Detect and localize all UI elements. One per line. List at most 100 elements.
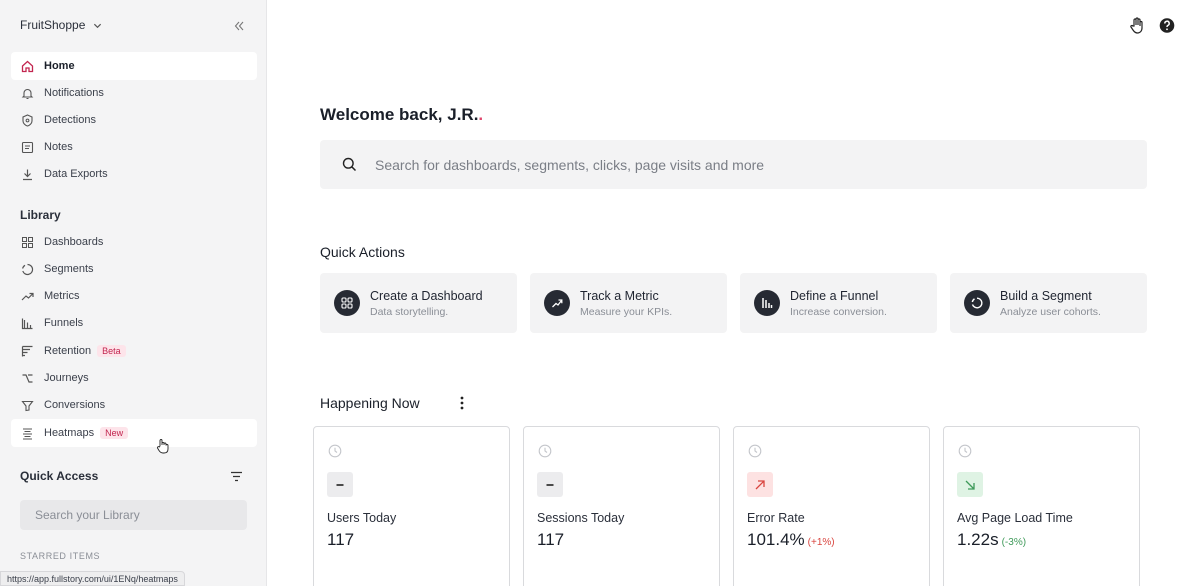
metric-card-sessions-today[interactable]: Sessions Today 117 bbox=[523, 426, 720, 586]
status-bar-url: https://app.fullstory.com/ui/1ENq/heatma… bbox=[0, 571, 185, 586]
track-metric-card[interactable]: Track a Metric Measure your KPIs. bbox=[530, 273, 727, 333]
metric-value: 117 bbox=[537, 530, 564, 550]
journey-icon bbox=[21, 372, 34, 385]
card-subtitle: Measure your KPIs. bbox=[580, 305, 673, 318]
org-name: FruitShoppe bbox=[20, 18, 86, 32]
nav-item-heatmaps[interactable]: Heatmaps New bbox=[11, 419, 257, 447]
clock-icon bbox=[958, 444, 972, 458]
shield-icon bbox=[21, 113, 34, 127]
trend-icon bbox=[21, 290, 34, 303]
sidebar: FruitShoppe Home Notifications Detection… bbox=[0, 0, 267, 586]
metric-value: 117 bbox=[327, 530, 354, 550]
card-title: Define a Funnel bbox=[790, 288, 879, 303]
card-subtitle: Increase conversion. bbox=[790, 305, 887, 318]
segment-ring-icon bbox=[964, 290, 990, 316]
flat-trend-icon bbox=[537, 472, 563, 497]
nav-item-journeys[interactable]: Journeys bbox=[11, 364, 257, 392]
flat-trend-icon bbox=[327, 472, 353, 497]
metric-number: 1.22s bbox=[957, 530, 999, 549]
clock-icon bbox=[538, 444, 552, 458]
metric-delta: (+1%) bbox=[807, 537, 835, 548]
heatmap-icon bbox=[21, 427, 34, 440]
nav-label: Journeys bbox=[44, 372, 89, 384]
metric-number: 117 bbox=[327, 530, 355, 549]
library-heading: Library bbox=[20, 208, 61, 222]
beta-badge: Beta bbox=[97, 345, 126, 357]
retention-icon bbox=[21, 345, 34, 358]
top-right-toolbar bbox=[1129, 17, 1175, 34]
metric-value: 1.22s (-3%) bbox=[957, 530, 1026, 550]
card-subtitle: Analyze user cohorts. bbox=[1000, 305, 1101, 318]
nav-item-segments[interactable]: Segments bbox=[11, 255, 257, 283]
nav-label: Segments bbox=[44, 263, 94, 275]
nav-item-conversions[interactable]: Conversions bbox=[11, 391, 257, 419]
happening-now-heading: Happening Now bbox=[320, 395, 420, 411]
build-segment-card[interactable]: Build a Segment Analyze user cohorts. bbox=[950, 273, 1147, 333]
metric-card-users-today[interactable]: Users Today 117 bbox=[313, 426, 510, 586]
metric-number: 101.4% bbox=[747, 530, 805, 549]
funnel-icon bbox=[21, 317, 34, 330]
nav-label: Data Exports bbox=[44, 168, 108, 180]
metric-number: 117 bbox=[537, 530, 565, 549]
global-search-input[interactable] bbox=[375, 156, 1075, 173]
card-title: Track a Metric bbox=[580, 288, 659, 303]
nav-label: Retention bbox=[44, 345, 92, 357]
chevron-down-icon bbox=[94, 23, 102, 28]
filter-icon[interactable] bbox=[230, 471, 243, 482]
dashboard-icon bbox=[334, 290, 360, 316]
library-search-input[interactable] bbox=[20, 500, 247, 530]
define-funnel-card[interactable]: Define a Funnel Increase conversion. bbox=[740, 273, 937, 333]
collapse-sidebar-icon[interactable] bbox=[233, 20, 245, 32]
card-title: Create a Dashboard bbox=[370, 288, 483, 303]
more-options-icon[interactable] bbox=[458, 395, 466, 411]
nav-item-metrics[interactable]: Metrics bbox=[11, 282, 257, 310]
notes-icon bbox=[21, 141, 34, 154]
nav-item-detections[interactable]: Detections bbox=[11, 106, 257, 134]
create-dashboard-card[interactable]: Create a Dashboard Data storytelling. bbox=[320, 273, 517, 333]
trend-up-icon bbox=[544, 290, 570, 316]
welcome-text: Welcome back, J.R. bbox=[320, 105, 479, 124]
nav-label: Conversions bbox=[44, 399, 106, 411]
nav-item-data-exports[interactable]: Data Exports bbox=[11, 160, 257, 188]
metric-label: Sessions Today bbox=[537, 511, 625, 525]
starred-items-heading: STARRED ITEMS bbox=[20, 551, 101, 561]
metric-value: 101.4% (+1%) bbox=[747, 530, 835, 550]
card-subtitle: Data storytelling. bbox=[370, 305, 449, 318]
metric-label: Users Today bbox=[327, 511, 397, 525]
nav-label: Metrics bbox=[44, 290, 80, 302]
metric-card-error-rate[interactable]: Error Rate 101.4% (+1%) bbox=[733, 426, 930, 586]
new-badge: New bbox=[100, 427, 129, 439]
hand-icon[interactable] bbox=[1129, 17, 1145, 34]
segment-icon bbox=[21, 263, 34, 276]
home-icon bbox=[21, 60, 34, 73]
nav-item-funnels[interactable]: Funnels bbox=[11, 309, 257, 337]
nav-item-retention[interactable]: Retention Beta bbox=[11, 337, 257, 365]
nav-label: Detections bbox=[44, 114, 96, 126]
nav-label: Heatmaps bbox=[44, 427, 95, 439]
card-title: Build a Segment bbox=[1000, 288, 1092, 303]
welcome-heading: Welcome back, J.R.. bbox=[320, 105, 483, 125]
nav-label: Dashboards bbox=[44, 236, 104, 248]
search-icon bbox=[342, 157, 357, 172]
metric-card-avg-page-load-time[interactable]: Avg Page Load Time 1.22s (-3%) bbox=[943, 426, 1140, 586]
nav-label: Notes bbox=[44, 141, 73, 153]
metric-label: Error Rate bbox=[747, 511, 805, 525]
hand-cursor-icon bbox=[157, 439, 169, 454]
arrow-down-right-icon bbox=[957, 472, 983, 497]
nav-item-home[interactable]: Home bbox=[11, 52, 257, 80]
nav-label: Home bbox=[44, 60, 75, 72]
nav-item-notifications[interactable]: Notifications bbox=[11, 79, 257, 107]
quick-actions-heading: Quick Actions bbox=[320, 244, 405, 260]
metric-delta: (-3%) bbox=[1001, 537, 1027, 548]
nav-item-notes[interactable]: Notes bbox=[11, 133, 257, 161]
nav-label: Notifications bbox=[44, 87, 104, 99]
global-search-bar[interactable] bbox=[320, 140, 1147, 189]
welcome-dot: . bbox=[478, 105, 484, 124]
org-switcher[interactable]: FruitShoppe bbox=[20, 18, 102, 32]
help-icon[interactable] bbox=[1159, 17, 1175, 34]
funnel-bars-icon bbox=[754, 290, 780, 316]
bell-icon bbox=[21, 87, 34, 100]
download-icon bbox=[21, 168, 34, 181]
nav-item-dashboards[interactable]: Dashboards bbox=[11, 228, 257, 256]
clock-icon bbox=[328, 444, 342, 458]
